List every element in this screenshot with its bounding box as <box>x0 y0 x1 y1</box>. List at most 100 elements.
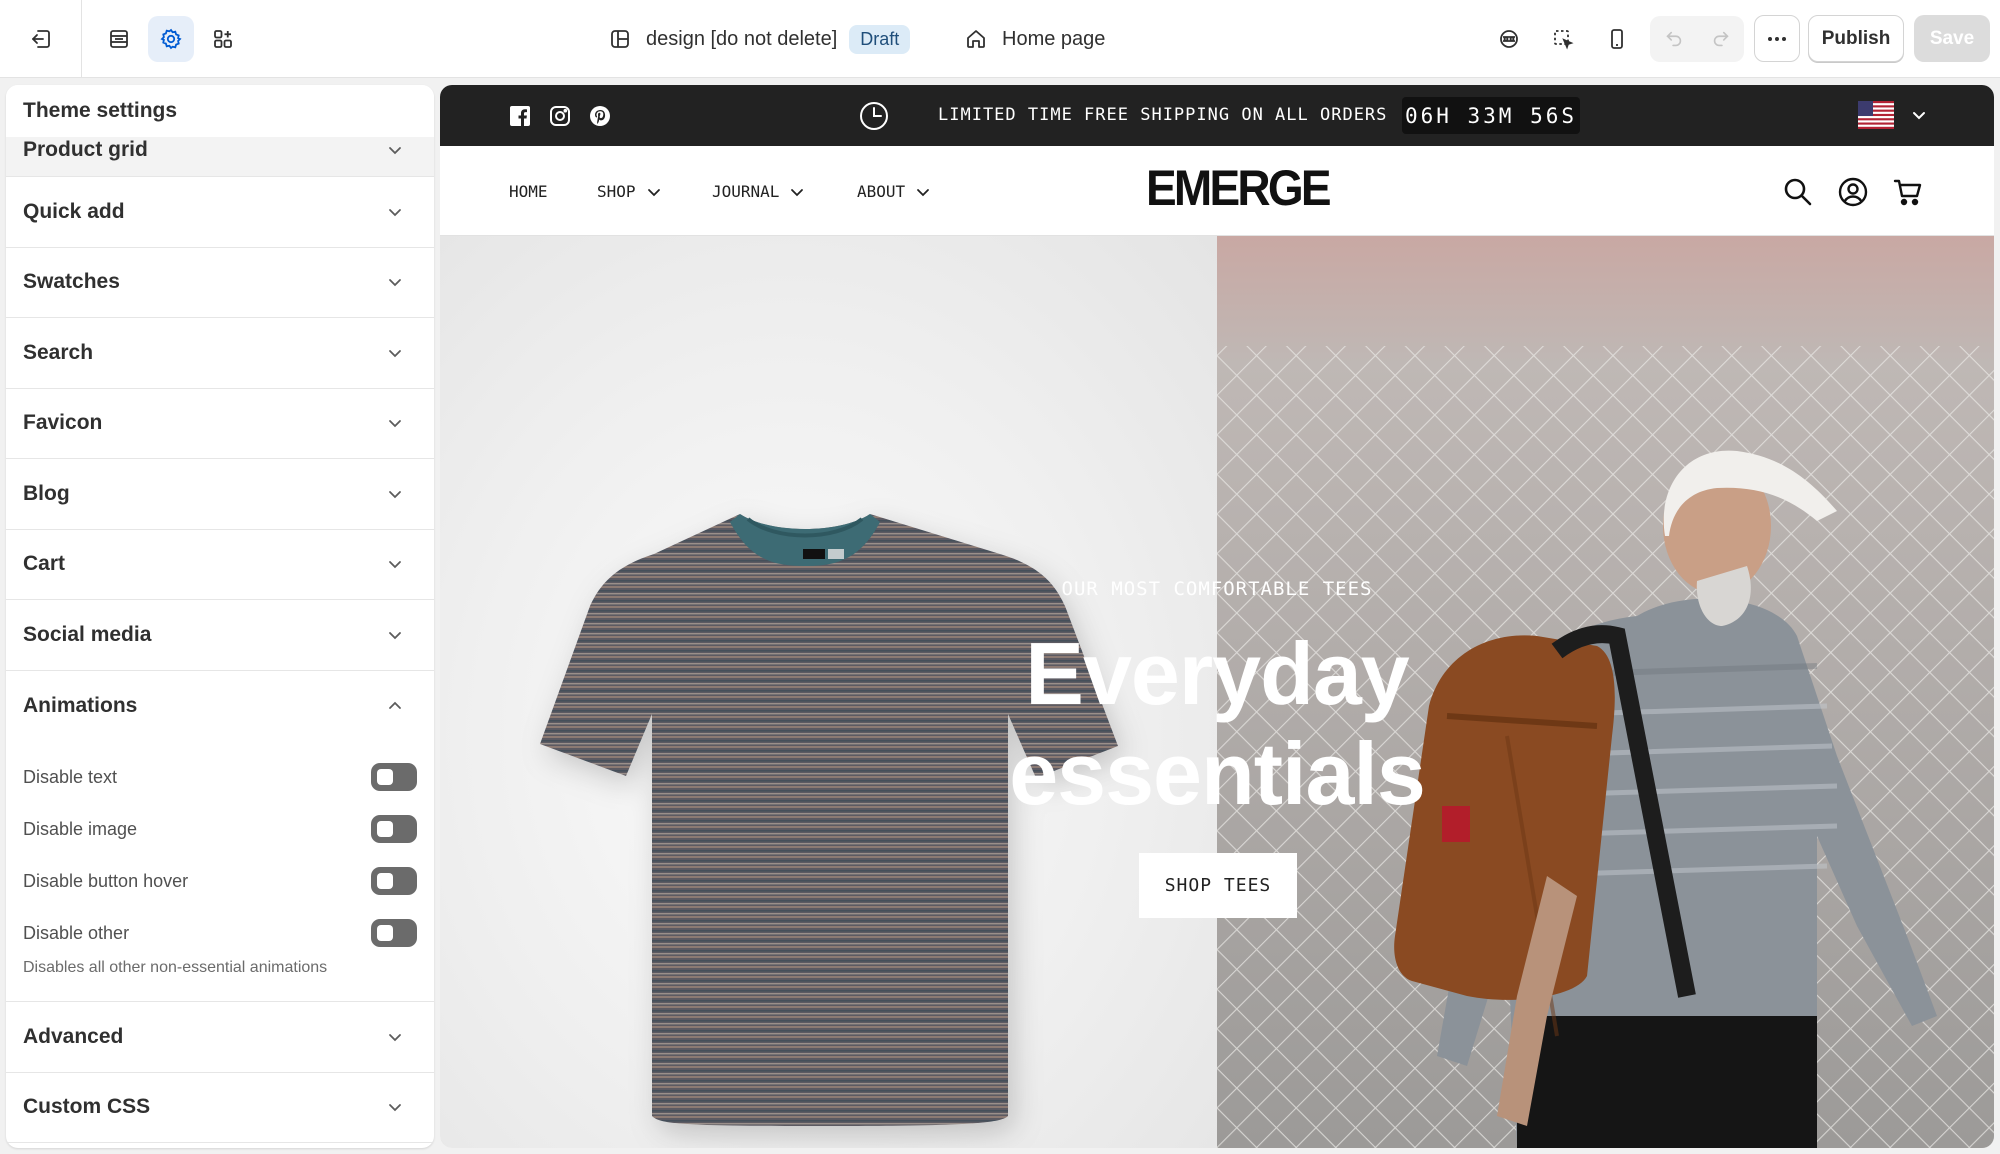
disable-other-help-text: Disables all other non-essential animati… <box>23 959 328 976</box>
setting-disable-text: Disable text <box>6 751 434 803</box>
facebook-icon[interactable] <box>508 104 532 128</box>
section-animations-expanded: Animations Disable text Disable image Di… <box>6 671 434 1002</box>
nav-about[interactable]: ABOUT <box>857 182 931 201</box>
section-label: Animations <box>23 693 138 717</box>
nav-journal[interactable]: JOURNAL <box>712 182 805 201</box>
chevron-down-icon <box>389 420 401 428</box>
announcement-text: LIMITED TIME FREE SHIPPING ON ALL ORDERS <box>938 105 1388 125</box>
section-label: Custom CSS <box>23 1095 151 1119</box>
store-logo[interactable]: EMERGE <box>1146 162 1332 214</box>
section-search[interactable]: Search <box>6 318 434 389</box>
us-flag-icon[interactable] <box>1858 101 1894 129</box>
section-label: Swatches <box>23 270 120 294</box>
topbar-divider <box>81 0 82 78</box>
inspector-icon <box>1500 30 1518 48</box>
chevron-down-icon <box>389 349 401 358</box>
toggle-label: Disable button hover <box>23 870 189 891</box>
nav-label: ABOUT <box>857 182 906 201</box>
more-actions-button[interactable] <box>1754 15 1800 62</box>
nav-home[interactable]: HOME <box>509 182 548 201</box>
disable-image-toggle[interactable] <box>371 815 417 843</box>
theme-selector[interactable]: design [do not delete] Draft <box>608 0 911 78</box>
section-label: Blog <box>23 481 70 505</box>
status-badge: Draft <box>849 24 911 54</box>
nav-label: JOURNAL <box>712 182 780 201</box>
section-swatches[interactable]: Swatches <box>6 248 434 318</box>
account-icon[interactable] <box>1837 176 1869 208</box>
theme-name: design [do not delete] <box>646 27 838 50</box>
nav-label: HOME <box>509 182 548 201</box>
theme-settings-button[interactable] <box>148 16 194 62</box>
shop-tees-button[interactable]: SHOP TEES <box>1139 853 1297 918</box>
countdown-timer: 06H 33M 56S <box>1402 97 1580 134</box>
section-advanced[interactable]: Advanced <box>6 1002 434 1073</box>
redo-icon[interactable] <box>1710 28 1732 50</box>
select-element-button[interactable] <box>1540 16 1586 62</box>
search-icon[interactable] <box>1782 176 1814 208</box>
toggle-label: Disable other <box>23 922 130 943</box>
section-social-media[interactable]: Social media <box>6 600 434 671</box>
setting-disable-button-hover: Disable button hover <box>6 855 434 907</box>
cart-icon[interactable] <box>1892 176 1924 208</box>
section-cart[interactable]: Cart <box>6 530 434 600</box>
hero-banner: OUR MOST COMFORTABLE TEES Everyday essen… <box>440 236 1994 1148</box>
undo-icon[interactable] <box>1663 28 1685 50</box>
chevron-down-icon <box>389 490 401 499</box>
mobile-view-button[interactable] <box>1594 16 1640 62</box>
section-animations[interactable]: Animations <box>6 671 434 742</box>
disable-button-hover-toggle[interactable] <box>371 867 417 895</box>
editor-topbar: design [do not delete] Draft Home page P… <box>0 0 2000 78</box>
hero-title-line-1: Everyday <box>1025 624 1409 723</box>
setting-disable-image: Disable image <box>6 803 434 855</box>
chevron-down-icon <box>389 279 401 287</box>
section-label: Cart <box>23 552 66 576</box>
chevron-down-icon <box>791 188 804 196</box>
disable-text-toggle[interactable] <box>371 763 417 791</box>
section-label: Advanced <box>23 1024 124 1048</box>
home-icon <box>967 30 985 48</box>
chevron-down-icon <box>389 208 401 217</box>
history-controls <box>1650 16 1744 62</box>
theme-settings-panel: Theme settings Product grid Quick add Sw… <box>6 85 434 1148</box>
mobile-view-icon <box>1611 29 1623 49</box>
apps-icon <box>214 30 232 48</box>
inspector-button[interactable] <box>1486 16 1532 62</box>
pinterest-icon[interactable] <box>588 104 612 128</box>
toggle-label: Disable image <box>23 818 138 839</box>
select-icon <box>1554 30 1574 50</box>
section-label: Social media <box>23 622 152 646</box>
hero-title-line-2: essentials <box>1009 724 1426 823</box>
hero-subtitle: OUR MOST COMFORTABLE TEES <box>1061 578 1373 600</box>
page-selector[interactable]: Home page <box>964 0 1105 78</box>
settings-sections: Product grid Quick add Swatches Search F… <box>6 123 434 1143</box>
chevron-down-icon <box>389 146 401 154</box>
chevron-down-icon <box>389 1104 401 1112</box>
save-button[interactable]: Save <box>1914 15 1990 62</box>
section-label: Quick add <box>23 199 125 223</box>
theme-icon <box>611 30 629 48</box>
section-favicon[interactable]: Favicon <box>6 389 434 459</box>
theme-settings-icon <box>160 28 182 50</box>
chevron-down-icon <box>917 188 930 196</box>
sections-icon <box>110 30 128 48</box>
publish-button[interactable]: Publish <box>1808 15 1904 62</box>
clock-icon <box>860 102 888 130</box>
chevron-down-icon <box>389 631 401 640</box>
page-selector-label: Home page <box>1002 27 1106 50</box>
panel-title: Theme settings <box>6 85 434 137</box>
disable-other-toggle[interactable] <box>371 919 417 947</box>
chevron-down-icon[interactable] <box>1910 106 1928 124</box>
section-blog[interactable]: Blog <box>6 459 434 530</box>
section-custom-css[interactable]: Custom CSS <box>6 1073 434 1143</box>
exit-icon <box>32 30 50 48</box>
nav-shop[interactable]: SHOP <box>597 182 662 201</box>
hero-title: Everyday essentials <box>440 624 1994 824</box>
instagram-icon[interactable] <box>548 104 572 128</box>
exit-button[interactable] <box>18 16 64 62</box>
toggle-label: Disable text <box>23 766 118 787</box>
apps-button[interactable] <box>200 16 246 62</box>
store-preview: LIMITED TIME FREE SHIPPING ON ALL ORDERS… <box>440 85 1994 1148</box>
sections-button[interactable] <box>96 16 142 62</box>
section-quick-add[interactable]: Quick add <box>6 177 434 248</box>
section-label: Search <box>23 340 94 364</box>
